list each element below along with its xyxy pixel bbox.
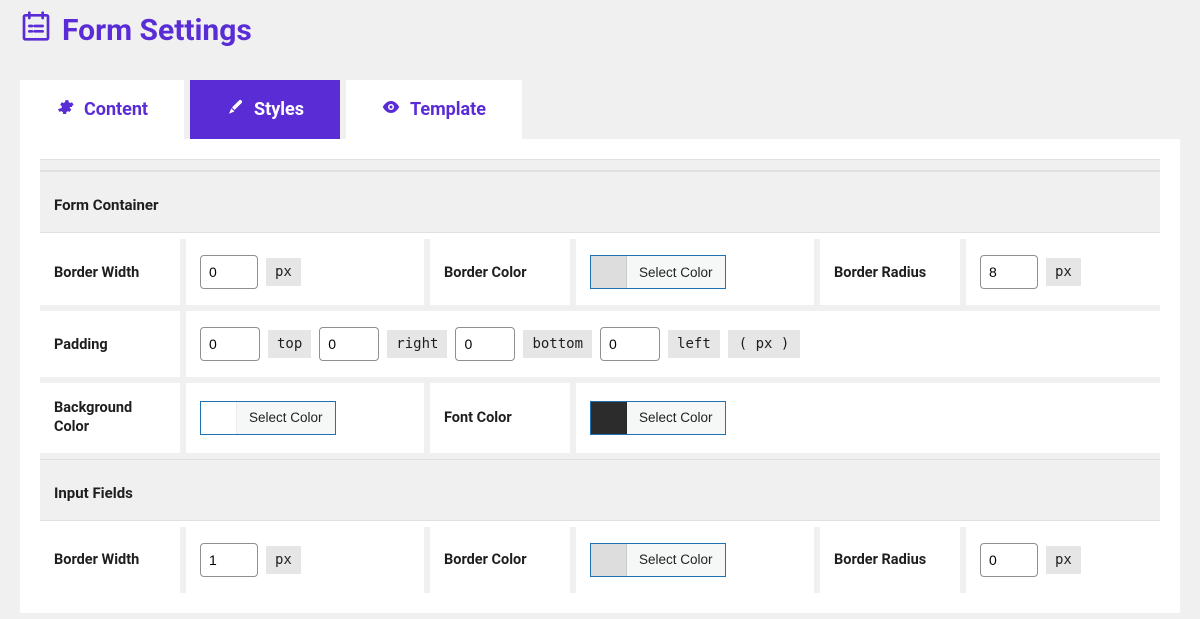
tabs: Content Styles Template	[20, 80, 1180, 139]
label-bg-color: Background Color	[40, 383, 180, 453]
page-title: Form Settings	[20, 10, 1180, 50]
label-if-border-width: Border Width	[40, 527, 180, 593]
input-if-border-width[interactable]	[200, 543, 258, 577]
label-if-border-color: Border Color	[430, 527, 570, 593]
tab-template-label: Template	[410, 99, 486, 120]
color-btn-text: Select Color	[627, 410, 725, 425]
label-padding: Padding	[40, 311, 180, 377]
badge-top: top	[268, 330, 311, 358]
label-if-border-radius: Border Radius	[820, 527, 960, 593]
color-btn-text: Select Color	[237, 410, 335, 425]
input-padding-right[interactable]	[319, 327, 379, 361]
badge-left: left	[668, 330, 720, 358]
unit-px: px	[266, 258, 301, 286]
color-swatch-icon	[591, 256, 627, 288]
tab-styles[interactable]: Styles	[190, 80, 340, 139]
label-font-color: Font Color	[430, 383, 570, 453]
badge-bottom: bottom	[523, 330, 592, 358]
label-border-radius: Border Radius	[820, 239, 960, 305]
section-input-fields: Input Fields	[40, 459, 1160, 521]
color-swatch-icon	[591, 402, 627, 434]
tab-content-label: Content	[84, 99, 148, 120]
form-icon	[20, 10, 52, 50]
unit-px: px	[1046, 258, 1081, 286]
brush-icon	[226, 98, 244, 121]
input-fc-border-width[interactable]	[200, 255, 258, 289]
input-if-border-radius[interactable]	[980, 543, 1038, 577]
color-btn-text: Select Color	[627, 265, 725, 280]
input-fc-border-radius[interactable]	[980, 255, 1038, 289]
label-border-color: Border Color	[430, 239, 570, 305]
page-title-text: Form Settings	[62, 13, 252, 48]
eye-icon	[382, 98, 400, 121]
section-form-container: Form Container	[40, 171, 1160, 233]
input-padding-top[interactable]	[200, 327, 260, 361]
input-padding-left[interactable]	[600, 327, 660, 361]
input-padding-bottom[interactable]	[455, 327, 515, 361]
badge-right: right	[387, 330, 447, 358]
tab-template[interactable]: Template	[346, 80, 522, 139]
color-swatch-icon	[201, 402, 237, 434]
unit-px: px	[1046, 546, 1081, 574]
color-btn-text: Select Color	[627, 552, 725, 567]
styles-panel: Form Container Border Width px Border Co…	[20, 139, 1180, 613]
badge-px-paren: ( px )	[728, 330, 801, 358]
unit-px: px	[266, 546, 301, 574]
button-fc-font-color[interactable]: Select Color	[590, 401, 726, 435]
tab-content[interactable]: Content	[20, 80, 184, 139]
button-fc-bg-color[interactable]: Select Color	[200, 401, 336, 435]
label-border-width: Border Width	[40, 239, 180, 305]
color-swatch-icon	[591, 544, 627, 576]
tab-styles-label: Styles	[254, 99, 304, 120]
button-if-border-color[interactable]: Select Color	[590, 543, 726, 577]
gear-icon	[56, 98, 74, 121]
button-fc-border-color[interactable]: Select Color	[590, 255, 726, 289]
